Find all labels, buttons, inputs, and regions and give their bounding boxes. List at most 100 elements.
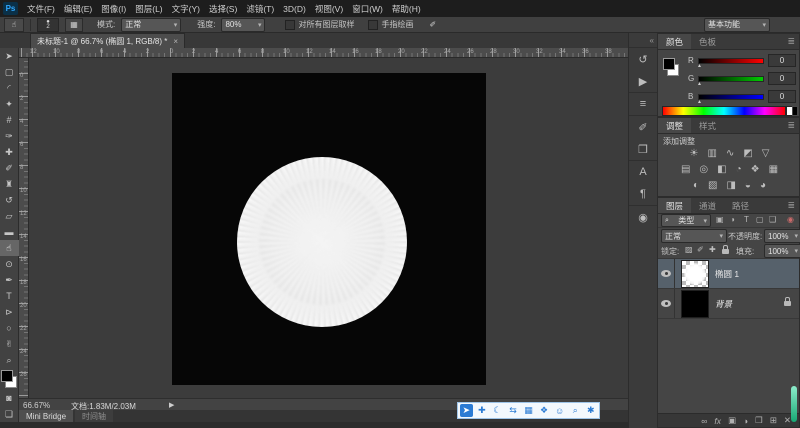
zoom-level[interactable]: 66.67%	[23, 401, 50, 410]
adj-color-lookup-icon[interactable]: ▦	[769, 164, 778, 175]
menu-edit[interactable]: 编辑(E)	[64, 3, 92, 15]
adj-color-balance-icon[interactable]: ◎	[699, 164, 708, 175]
new-group-icon[interactable]: ❒	[755, 415, 763, 426]
slider-handle[interactable]: ▲	[697, 63, 702, 69]
filter-smart-object-icon[interactable]: ❑	[769, 215, 776, 224]
type-tool[interactable]: T	[0, 288, 19, 304]
adj-hue-saturation-icon[interactable]: ▤	[681, 164, 690, 175]
fill-dropdown[interactable]: 100%▾	[764, 244, 800, 258]
magic-wand-tool[interactable]: ✦	[0, 96, 19, 112]
adj-black-white-icon[interactable]: ◧	[717, 164, 726, 175]
screenshot-icon[interactable]: ▦	[522, 404, 535, 417]
adj-threshold-icon[interactable]: ◨	[726, 180, 735, 191]
tab-paths[interactable]: 路径	[724, 198, 757, 213]
tab-mini-bridge[interactable]: Mini Bridge	[19, 410, 73, 422]
menu-type[interactable]: 文字(Y)	[172, 3, 200, 15]
opacity-dropdown[interactable]: 100%▾	[764, 229, 800, 243]
healing-brush-tool[interactable]: ✚	[0, 144, 19, 160]
character-panel-icon[interactable]: A	[629, 160, 657, 183]
status-flyout-icon[interactable]: ▶	[169, 401, 174, 409]
current-tool-icon[interactable]: ☝	[4, 18, 24, 32]
panel-menu-icon[interactable]: ≣	[787, 36, 795, 47]
horizontal-ruler[interactable]: 12 10 8 6 4 2 0 2 4 6 8 10 12 14 16 18 2…	[19, 48, 628, 58]
dodge-tool[interactable]: ⊙	[0, 256, 19, 272]
pen-icon[interactable]: ☾	[491, 404, 504, 417]
strength-dropdown[interactable]: 80%▾	[221, 18, 265, 32]
new-layer-icon[interactable]: ⊞	[770, 415, 777, 426]
adj-vibrance-icon[interactable]: ▽	[762, 148, 770, 159]
green-slider[interactable]: ▲	[698, 76, 764, 82]
slider-handle[interactable]: ▲	[697, 99, 702, 105]
eyedropper-tool[interactable]: ✑	[0, 128, 19, 144]
actions-panel-icon[interactable]: ▶	[629, 70, 657, 92]
tab-color[interactable]: 颜色	[658, 34, 691, 49]
menu-view[interactable]: 视图(V)	[315, 3, 343, 15]
clone-source-panel-icon[interactable]: ❐	[629, 138, 657, 160]
visibility-toggle[interactable]	[658, 289, 675, 318]
adj-exposure-icon[interactable]: ◩	[743, 148, 752, 159]
scrollbar-thumb[interactable]	[791, 386, 797, 422]
clone-stamp-tool[interactable]: ♜	[0, 176, 19, 192]
move-tool[interactable]: ➤	[0, 48, 19, 64]
screen-mode-button[interactable]: ❏	[0, 406, 19, 422]
shape-tool[interactable]: ○	[0, 320, 19, 336]
menu-help[interactable]: 帮助(H)	[392, 3, 421, 15]
tab-adjustments[interactable]: 调整	[658, 118, 691, 133]
foreground-color-swatch[interactable]	[1, 370, 13, 382]
hand-tool[interactable]: ✌	[0, 336, 19, 352]
crop-tool[interactable]: #	[0, 112, 19, 128]
menu-layer[interactable]: 图层(L)	[135, 3, 162, 15]
lock-pixels-icon[interactable]: ✐	[697, 245, 704, 254]
lasso-tool[interactable]: ◜	[0, 80, 19, 96]
lock-transparency-icon[interactable]: ▨	[685, 245, 693, 254]
adj-levels-icon[interactable]: ▥	[707, 148, 716, 159]
close-icon[interactable]: ×	[173, 37, 178, 46]
panel-menu-icon[interactable]: ≣	[787, 120, 795, 131]
mode-dropdown[interactable]: 正常▾	[121, 18, 181, 32]
adj-posterize-icon[interactable]: ▨	[708, 180, 717, 191]
layer-name[interactable]: 椭圆 1	[715, 268, 739, 280]
pen-tool[interactable]: ✒	[0, 272, 19, 288]
search-icon[interactable]: ⌕	[569, 404, 582, 417]
filter-shape-layers-icon[interactable]: ▢	[756, 215, 764, 224]
filter-adjustment-layers-icon[interactable]: ◑	[730, 215, 735, 224]
blue-slider[interactable]: ▲	[698, 94, 764, 100]
workspace-switcher[interactable]: 基本功能▾	[704, 18, 770, 32]
smudge-tool[interactable]: ☝	[0, 240, 19, 256]
adj-curves-icon[interactable]: ∿	[726, 148, 734, 159]
tab-styles[interactable]: 样式	[691, 118, 724, 133]
visibility-toggle[interactable]	[658, 259, 675, 288]
adj-channel-mixer-icon[interactable]: ❖	[751, 164, 760, 175]
blend-mode-dropdown[interactable]: 正常▾	[661, 229, 727, 243]
pointer-icon[interactable]: ➤	[460, 404, 473, 417]
brush-panel-icon[interactable]: ✐	[629, 115, 657, 138]
blue-value[interactable]: 0	[768, 90, 796, 103]
brush-preset-picker[interactable]: ● 2	[37, 18, 59, 32]
adj-brightness-icon[interactable]: ☀	[690, 148, 699, 159]
layer-name[interactable]: 背景	[715, 298, 732, 310]
kuler-panel-icon[interactable]: ◉	[629, 205, 657, 228]
toggle-brush-panel-icon[interactable]: ▦	[65, 18, 83, 32]
red-slider[interactable]: ▲	[698, 58, 764, 64]
lock-position-icon[interactable]: ✚	[709, 245, 716, 254]
menu-select[interactable]: 选择(S)	[209, 3, 237, 15]
collapse-panels-icon[interactable]: «	[650, 36, 654, 45]
red-value[interactable]: 0	[768, 54, 796, 67]
marquee-tool[interactable]: ▢	[0, 64, 19, 80]
eraser-tool[interactable]: ▱	[0, 208, 19, 224]
green-value[interactable]: 0	[768, 72, 796, 85]
black-chip[interactable]	[792, 106, 798, 116]
filter-toggle-icon[interactable]: ◉	[787, 215, 794, 224]
user-icon[interactable]: ☺	[553, 404, 566, 417]
finger-paint-checkbox[interactable]: 手指绘画	[368, 19, 413, 30]
document-canvas[interactable]	[172, 73, 486, 385]
clothes-icon[interactable]: ❖	[538, 404, 551, 417]
gradient-tool[interactable]: ▬	[0, 224, 19, 240]
menu-filter[interactable]: 滤镜(T)	[246, 3, 274, 15]
slider-handle[interactable]: ▲	[697, 81, 702, 87]
adjustment-layer-icon[interactable]: ◑	[743, 416, 748, 426]
filter-type-layers-icon[interactable]: T	[744, 215, 749, 224]
color-swatches[interactable]	[663, 58, 679, 76]
layer-row-background[interactable]: 背景	[658, 289, 799, 319]
adj-invert-icon[interactable]: ◐	[693, 180, 699, 191]
